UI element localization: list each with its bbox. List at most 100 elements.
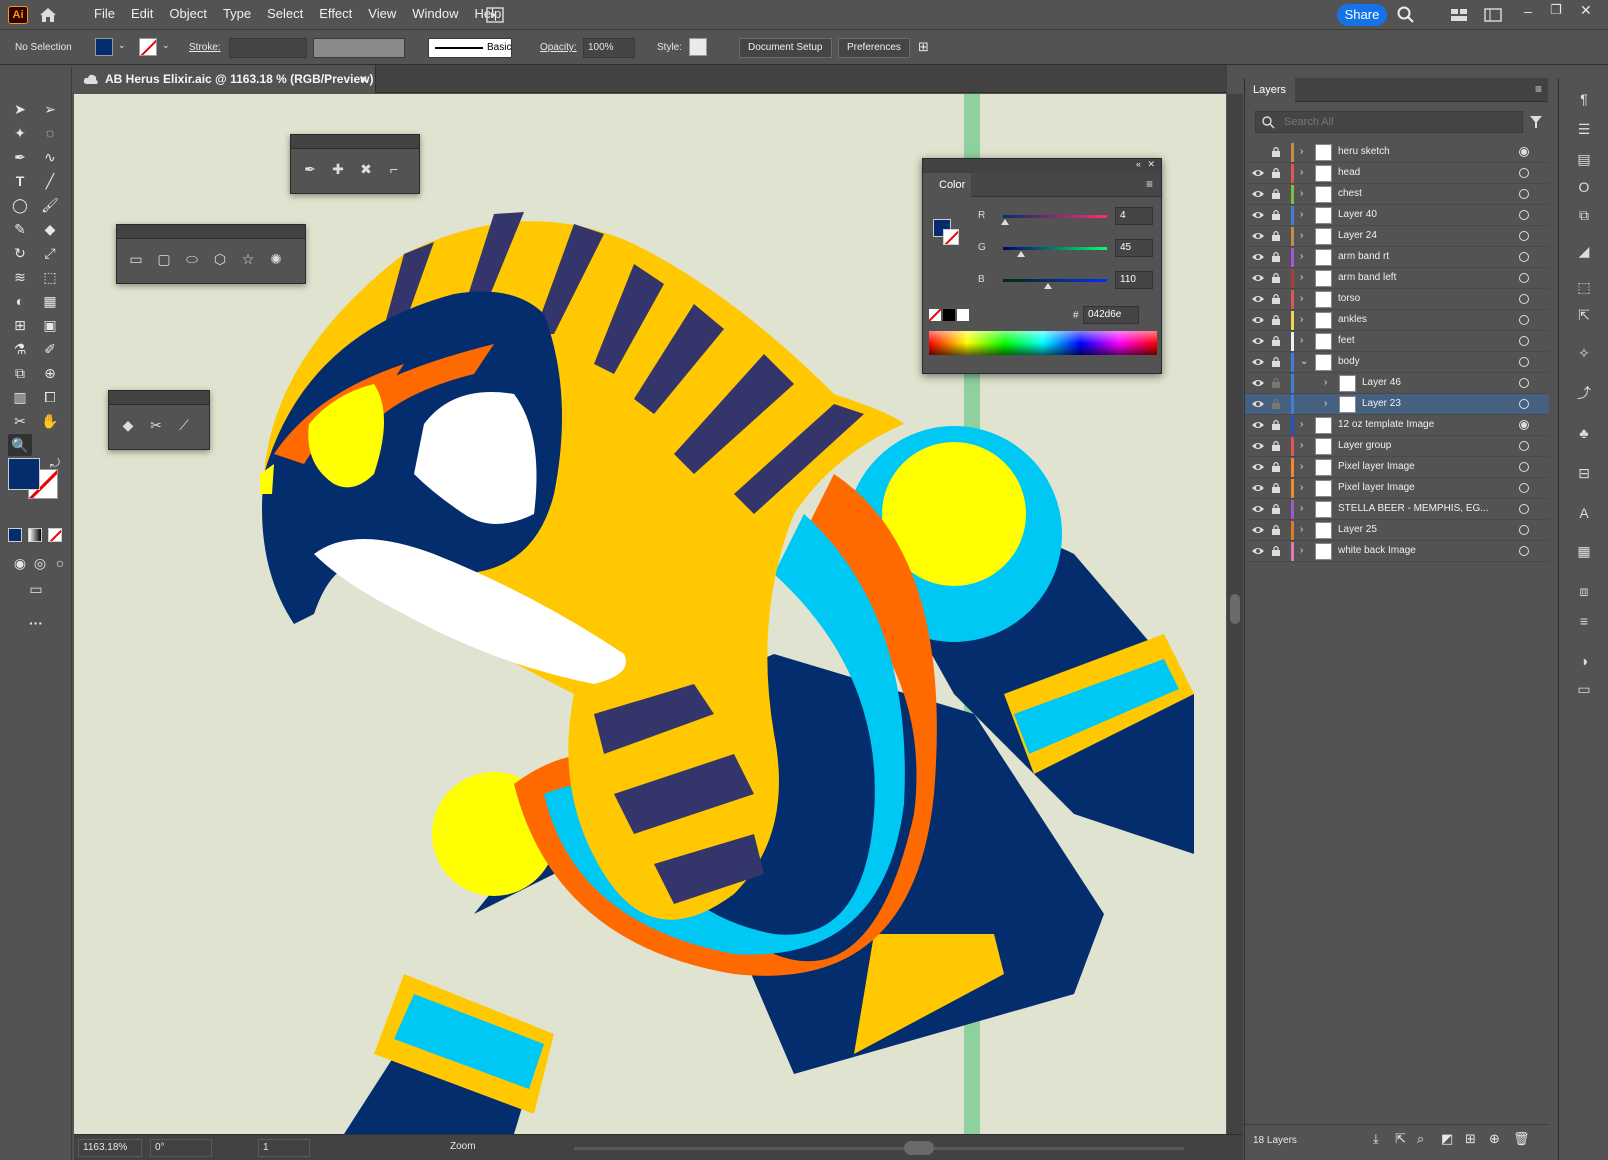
visibility-eye-icon[interactable] xyxy=(1251,482,1265,494)
rotation-field[interactable]: 0° xyxy=(150,1139,212,1157)
visibility-eye-icon[interactable] xyxy=(1251,272,1265,284)
shape-builder-icon[interactable]: ◐ xyxy=(8,290,32,312)
graphic-style-swatch[interactable] xyxy=(689,38,707,56)
lock-icon[interactable] xyxy=(1271,272,1281,284)
lock-icon[interactable] xyxy=(1271,209,1281,221)
chevron-right-icon[interactable]: › xyxy=(1300,335,1310,347)
star-icon[interactable]: ☆ xyxy=(237,248,259,270)
type-tool-icon[interactable]: T xyxy=(8,170,32,192)
rotate-icon[interactable]: ↻ xyxy=(8,242,32,264)
collect-for-export-icon[interactable]: ⤓ xyxy=(1373,1131,1379,1147)
visibility-eye-icon[interactable] xyxy=(1251,293,1265,305)
close-tab-icon[interactable]: × xyxy=(360,65,367,93)
red-thumb[interactable] xyxy=(1000,219,1009,225)
visibility-eye-icon[interactable] xyxy=(1251,461,1265,473)
lock-icon[interactable] xyxy=(1271,251,1281,263)
lock-icon[interactable] xyxy=(1271,482,1281,494)
status-mode[interactable]: Zoom xyxy=(450,1141,476,1152)
blue-track[interactable] xyxy=(1003,279,1107,282)
chevron-down-icon[interactable]: ⌄ xyxy=(118,40,126,51)
clipping-mask-icon[interactable]: ◩ xyxy=(1441,1131,1453,1147)
color-spectrum[interactable] xyxy=(929,331,1157,355)
layer-row[interactable]: › arm band rt xyxy=(1245,247,1549,268)
chevron-right-icon[interactable]: › xyxy=(1300,146,1310,158)
chevron-right-icon[interactable]: › xyxy=(1300,482,1310,494)
lock-icon[interactable] xyxy=(1271,146,1281,158)
target-circle-icon[interactable] xyxy=(1519,147,1529,157)
hand-icon[interactable]: ✋ xyxy=(38,410,62,432)
visibility-eye-icon[interactable] xyxy=(1251,377,1265,389)
opacity-label[interactable]: Opacity: xyxy=(540,42,577,53)
layer-row[interactable]: › chest xyxy=(1245,184,1549,205)
menu-type[interactable]: Type xyxy=(215,0,259,30)
target-circle-icon[interactable] xyxy=(1519,504,1529,514)
layer-row[interactable]: › Layer 24 xyxy=(1245,226,1549,247)
layer-row[interactable]: › Pixel layer Image xyxy=(1245,457,1549,478)
horizontal-scrollbar[interactable] xyxy=(574,1147,1184,1150)
locate-object-icon[interactable]: ⌕ xyxy=(1417,1131,1424,1147)
layer-row[interactable]: › torso xyxy=(1245,289,1549,310)
stroke-icon[interactable]: ≡ xyxy=(1573,610,1595,632)
align-icon[interactable]: ⊞ xyxy=(918,39,929,55)
menu-view[interactable]: View xyxy=(360,0,404,30)
ellipse-tool-icon[interactable]: ◯ xyxy=(8,194,32,216)
chevron-right-icon[interactable]: › xyxy=(1324,398,1334,410)
pen-tool-icon[interactable]: ✒ xyxy=(299,158,321,180)
free-transform-icon[interactable]: ⬚ xyxy=(38,266,62,288)
artboard-icon[interactable]: ⧠ xyxy=(38,386,62,408)
lock-icon[interactable] xyxy=(1271,377,1281,389)
chevron-right-icon[interactable]: › xyxy=(1300,440,1310,452)
chevron-right-icon[interactable]: › xyxy=(1300,188,1310,200)
target-circle-icon[interactable] xyxy=(1519,189,1529,199)
lock-icon[interactable] xyxy=(1271,545,1281,557)
visibility-eye-icon[interactable] xyxy=(1251,209,1265,221)
zoom-field[interactable]: 1163.18% xyxy=(78,1139,142,1157)
symbols-icon[interactable]: ♣ xyxy=(1573,422,1595,444)
layer-row[interactable]: › Layer 46 xyxy=(1245,373,1549,394)
target-circle-icon[interactable] xyxy=(1519,252,1529,262)
rectangle-icon[interactable]: ▭ xyxy=(125,248,147,270)
asset-export-icon[interactable]: ⤴ xyxy=(1573,382,1595,404)
layer-row[interactable]: › Layer 40 xyxy=(1245,205,1549,226)
chevron-right-icon[interactable]: › xyxy=(1300,419,1310,431)
none-mode-icon[interactable] xyxy=(48,528,62,542)
menu-object[interactable]: Object xyxy=(161,0,215,30)
close-window-icon[interactable]: ✕ xyxy=(1580,2,1592,19)
chevron-right-icon[interactable]: › xyxy=(1300,461,1310,473)
target-circle-icon[interactable] xyxy=(1519,168,1529,178)
layer-row[interactable]: › heru sketch xyxy=(1245,142,1549,163)
hex-field[interactable]: 042d6e xyxy=(1083,306,1139,324)
visibility-eye-icon[interactable] xyxy=(1251,503,1265,515)
visibility-eye-icon[interactable] xyxy=(1251,230,1265,242)
fill-color-box[interactable] xyxy=(8,458,40,490)
color-tab[interactable]: Color xyxy=(923,173,971,197)
lock-icon[interactable] xyxy=(1271,503,1281,515)
close-icon[interactable]: ✕ xyxy=(1147,159,1155,170)
lock-icon[interactable] xyxy=(1271,314,1281,326)
anchor-point-icon[interactable]: ⌐ xyxy=(383,158,405,180)
chevron-right-icon[interactable]: › xyxy=(1300,167,1310,179)
paragraph-icon[interactable]: ¶ xyxy=(1573,88,1595,110)
slice-icon[interactable]: ✂ xyxy=(8,410,32,432)
layers-search-input[interactable]: Search All xyxy=(1255,111,1523,133)
chevron-right-icon[interactable]: › xyxy=(1300,209,1310,221)
stroke-swatch[interactable] xyxy=(139,38,157,56)
chevron-down-icon[interactable]: ⌄ xyxy=(1300,356,1310,368)
lock-icon[interactable] xyxy=(1271,440,1281,452)
color-mode-icon[interactable] xyxy=(8,528,22,542)
lock-icon[interactable] xyxy=(1271,356,1281,368)
target-circle-icon[interactable] xyxy=(1519,336,1529,346)
black-swatch[interactable] xyxy=(943,309,955,321)
red-track[interactable] xyxy=(1003,215,1107,218)
brush-definition[interactable]: Basic xyxy=(428,38,512,58)
visibility-eye-icon[interactable] xyxy=(1251,356,1265,368)
lock-icon[interactable] xyxy=(1271,524,1281,536)
magic-wand-icon[interactable]: ✦ xyxy=(8,122,32,144)
none-swatch[interactable] xyxy=(929,309,941,321)
visibility-eye-icon[interactable] xyxy=(1251,314,1265,326)
target-circle-icon[interactable] xyxy=(1519,441,1529,451)
target-circle-icon[interactable] xyxy=(1519,357,1529,367)
gradient-panel-icon[interactable]: ▭ xyxy=(1573,678,1595,700)
layer-row[interactable]: › feet xyxy=(1245,331,1549,352)
target-circle-icon[interactable] xyxy=(1519,420,1529,430)
